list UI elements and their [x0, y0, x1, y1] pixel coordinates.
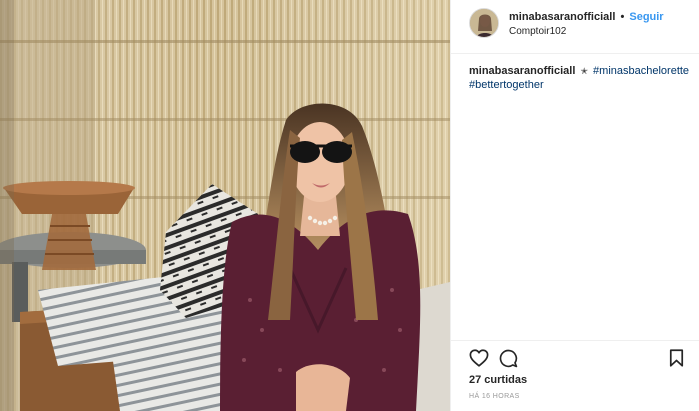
post-actions: 27 curtidas HÁ 16 HORAS [451, 340, 699, 411]
instagram-post: minabasaranofficiall • Seguir Comptoir10… [0, 0, 699, 411]
hashtag-minasbachelorette[interactable]: #minasbachelorette [593, 65, 689, 77]
caption-username[interactable]: minabasaranofficiall [469, 65, 575, 77]
location-link[interactable]: Comptoir102 [509, 26, 566, 37]
hashtag-bettertogether[interactable]: #bettertogether [469, 79, 544, 91]
bookmark-icon[interactable] [669, 349, 684, 372]
avatar-image [470, 9, 498, 37]
post-caption: minabasaranofficiall ✭ #minasbachelorett… [469, 64, 694, 92]
post-details-panel: minabasaranofficiall • Seguir Comptoir10… [450, 0, 699, 411]
follow-button[interactable]: Seguir [629, 11, 663, 23]
star-emoji: ✭ [580, 66, 588, 76]
likes-count[interactable]: 27 curtidas [469, 374, 527, 386]
post-timestamp[interactable]: HÁ 16 HORAS [469, 393, 520, 400]
header-username[interactable]: minabasaranofficiall [509, 11, 615, 23]
header-username-row: minabasaranofficiall • Seguir [509, 11, 664, 23]
avatar[interactable] [469, 8, 499, 38]
post-header: minabasaranofficiall • Seguir Comptoir10… [451, 0, 699, 54]
separator-dot: • [620, 11, 625, 23]
heart-icon[interactable] [469, 349, 489, 372]
comment-icon[interactable] [499, 349, 518, 373]
photo-illustration [0, 0, 450, 411]
post-photo[interactable] [0, 0, 450, 411]
